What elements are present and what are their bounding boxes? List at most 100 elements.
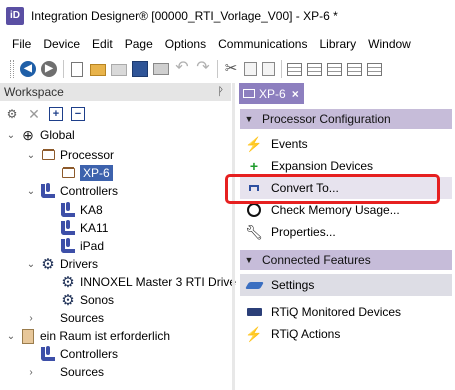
paste-icon[interactable] [262,62,275,76]
controller-icon [40,183,56,199]
tree-item-label: Global [40,128,75,142]
tree-item-label: Sonos [80,293,115,307]
lightning-icon: ⚡ [245,135,263,152]
menu-edit[interactable]: Edit [86,33,119,55]
tree-item-label: Drivers [60,257,98,271]
menu-options[interactable]: Options [159,33,212,55]
tree-item-ipad[interactable]: iPad [60,237,104,255]
menu-device[interactable]: Device [37,33,86,55]
menu-file[interactable]: File [0,33,37,55]
open-folder-icon[interactable] [90,64,106,76]
chevron-down-icon[interactable]: ⌄ [6,331,16,342]
section-processor-configuration[interactable]: ▼ Processor Configuration [240,109,452,129]
expand-all-icon[interactable]: + [49,107,63,121]
clock-icon [246,202,262,218]
workspace-header: Workspace ᚹ [0,83,231,101]
processor-icon [243,89,255,98]
print-icon[interactable] [153,63,169,75]
copy-icon[interactable] [244,62,257,76]
save-icon[interactable] [132,61,148,77]
tree-item-ka8[interactable]: KA8 [60,201,103,219]
menu-library[interactable]: Library [313,33,362,55]
controller-icon [40,346,56,362]
cut-icon[interactable]: ✂ [223,61,239,77]
undo-icon[interactable]: ↶ [174,60,190,77]
open-recent-icon[interactable] [111,64,127,76]
main-toolbar: ◀ ▶ ↶ ↷ ✂ [0,57,455,81]
layout-icon[interactable] [367,62,382,76]
blank-icon [40,364,56,380]
tree-item-label: KA11 [80,221,109,235]
tab-xp6[interactable]: XP-6 × [239,83,304,104]
convert-icon [246,180,262,196]
chevron-right-icon[interactable]: › [26,313,36,324]
settings-icon [244,277,264,293]
new-document-icon[interactable] [71,61,83,77]
menu-bar: File Device Edit Page Options Communicat… [0,33,417,55]
forward-icon[interactable]: ▶ [41,61,57,77]
action-expansion-devices[interactable]: + Expansion Devices [240,155,452,177]
tree-item-room[interactable]: ⌄ ein Raum ist erforderlich [6,327,170,345]
section-connected-features[interactable]: ▼ Connected Features [240,250,452,270]
task-panel: ▼ Processor Configuration ⚡ Events + Exp… [236,104,455,390]
device-icon [246,304,262,320]
chevron-right-icon[interactable]: › [26,367,36,378]
tree-item-label-selected: XP-6 [80,165,113,181]
gear-icon: ⚙ [41,256,55,273]
tree-item-label: Processor [60,148,115,162]
tree-item-ka11[interactable]: KA11 [60,219,108,237]
tree-item-room-controllers[interactable]: Controllers [40,345,118,363]
toolbar-grip[interactable] [10,60,14,78]
chevron-down-icon[interactable]: ▼ [244,114,254,124]
controller-icon [60,202,76,218]
action-settings[interactable]: Settings [240,274,452,296]
action-check-memory[interactable]: Check Memory Usage... [240,199,452,221]
section-title: Processor Configuration [262,112,391,126]
panel-splitter[interactable] [232,83,235,390]
room-icon [20,328,36,344]
delete-icon[interactable]: ✕ [27,106,41,122]
tree-item-xp6[interactable]: XP-6 [60,164,113,182]
tree-item-sources[interactable]: › Sources [26,309,104,327]
close-icon[interactable]: × [292,87,299,101]
tree-item-drivers[interactable]: ⌄ ⚙ Drivers [26,255,98,273]
tree-item-global[interactable]: ⌄ ⊕ Global [6,126,75,144]
chevron-down-icon[interactable]: ⌄ [26,186,36,197]
tree-item-controllers[interactable]: ⌄ Controllers [26,182,118,200]
add-item-icon[interactable]: ⚙ [5,107,19,121]
pin-icon[interactable]: ᚹ [217,86,224,98]
chevron-down-icon[interactable]: ⌄ [26,150,36,161]
layout-icon[interactable] [327,62,342,76]
menu-communications[interactable]: Communications [212,33,313,55]
action-rtiq-monitored-devices[interactable]: RTiQ Monitored Devices [240,301,452,323]
action-rtiq-actions[interactable]: ⚡ RTiQ Actions [240,323,452,345]
redo-icon[interactable]: ↷ [195,60,211,77]
layout-icon[interactable] [307,62,322,76]
tree-item-sonos[interactable]: ⚙ Sonos [60,291,114,309]
tree-item-processor[interactable]: ⌄ Processor [26,146,114,164]
collapse-all-icon[interactable]: − [71,107,85,121]
chevron-down-icon[interactable]: ▼ [244,255,254,265]
tree-item-label: INNOXEL Master 3 RTI Driver [80,275,241,289]
tree-item-innoxel-driver[interactable]: ⚙ INNOXEL Master 3 RTI Driver [60,273,240,291]
action-label: Check Memory Usage... [271,203,400,217]
action-convert-to[interactable]: Convert To... [240,177,452,199]
controller-icon [60,220,76,236]
action-properties[interactable]: 🔧︎ Properties... [240,221,452,243]
menu-window[interactable]: Window [362,33,417,55]
layout-icon[interactable] [347,62,362,76]
action-events[interactable]: ⚡ Events [240,133,452,155]
layout-icon[interactable] [287,62,302,76]
chevron-down-icon[interactable]: ⌄ [26,259,36,270]
window-title: Integration Designer® [00000_RTI_Vorlage… [31,8,338,23]
chevron-down-icon[interactable]: ⌄ [6,130,16,141]
globe-icon: ⊕ [22,126,34,143]
gear-icon: ⚙ [61,292,75,309]
back-icon[interactable]: ◀ [20,61,36,77]
action-label: RTiQ Monitored Devices [271,305,402,319]
processor-icon [40,147,56,163]
tree-item-room-sources[interactable]: › Sources [26,363,104,381]
tree-item-label: ein Raum ist erforderlich [40,329,171,343]
menu-page[interactable]: Page [119,33,159,55]
action-label: Settings [271,278,315,292]
